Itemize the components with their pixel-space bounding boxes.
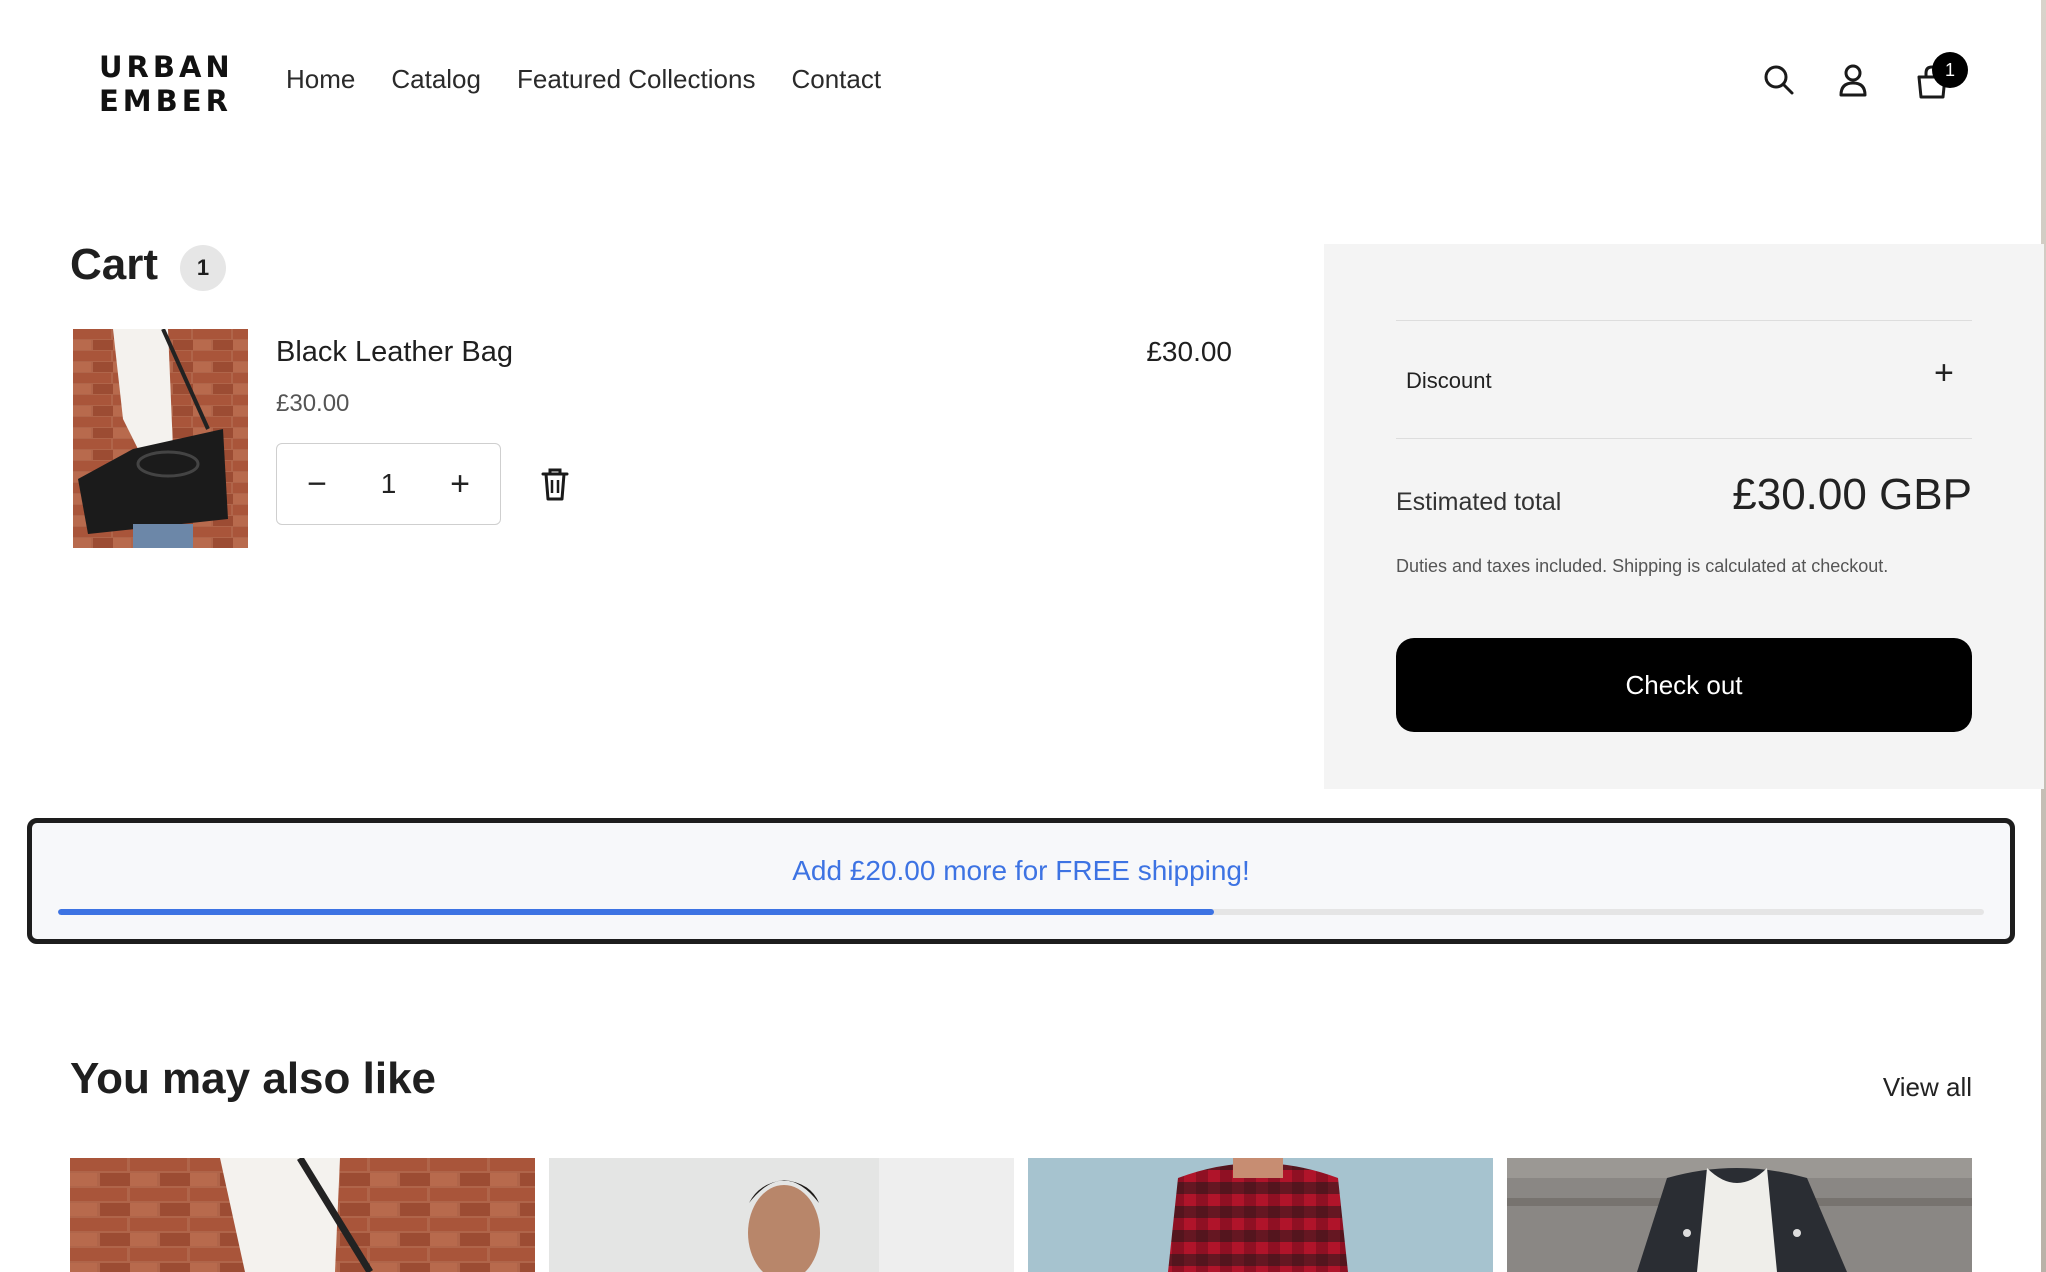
summary-divider-top	[1396, 320, 1972, 321]
flannel-shirt-photo	[1028, 1158, 1493, 1272]
recommendations-title: You may also like	[70, 1054, 437, 1103]
logo-line-1: URBAN	[99, 50, 234, 84]
decrease-quantity-button[interactable]: −	[297, 464, 337, 504]
portrait-photo	[549, 1158, 1014, 1272]
nav-home[interactable]: Home	[286, 64, 355, 95]
view-all-link[interactable]: View all	[1860, 1072, 1972, 1103]
site-header: URBAN EMBER Home Catalog Featured Collec…	[0, 0, 2046, 165]
store-logo[interactable]: URBAN EMBER	[99, 50, 234, 118]
quilted-jacket-photo	[1507, 1158, 1972, 1272]
checkout-button[interactable]: Check out	[1396, 638, 1972, 732]
cart-item-unit-price: £30.00	[276, 390, 350, 417]
estimated-total-value: £30.00 GBP	[1732, 470, 1972, 519]
quantity-input[interactable]: 1	[359, 468, 419, 500]
nav-catalog[interactable]: Catalog	[391, 64, 481, 95]
estimated-total-label: Estimated total	[1396, 488, 1562, 516]
nav-featured-collections[interactable]: Featured Collections	[517, 64, 755, 95]
leather-bag-photo	[73, 329, 248, 548]
cart-item-line-total: £30.00	[1146, 336, 1232, 367]
quantity-stepper: − 1 +	[276, 443, 501, 525]
cart-item-count-badge: 1	[180, 245, 226, 291]
duties-note: Duties and taxes included. Shipping is c…	[1396, 556, 1889, 576]
search-icon[interactable]	[1761, 62, 1797, 98]
account-icon[interactable]	[1835, 62, 1871, 98]
recommended-product-card[interactable]	[70, 1158, 535, 1272]
summary-divider-bottom	[1396, 438, 1972, 439]
free-shipping-progress-track	[58, 909, 1984, 915]
recommended-product-card[interactable]	[1507, 1158, 1972, 1272]
order-summary-panel: Discount + Estimated total £30.00 GBP Du…	[1324, 244, 2044, 789]
free-shipping-banner: Add £20.00 more for FREE shipping!	[27, 818, 2015, 944]
main-nav: Home Catalog Featured Collections Contac…	[286, 64, 881, 95]
product-thumbnail[interactable]	[73, 329, 248, 548]
cart-item-name[interactable]: Black Leather Bag	[276, 336, 513, 369]
discount-expand-icon[interactable]: +	[1934, 354, 1954, 393]
cart-title: Cart	[70, 240, 159, 289]
recommended-product-card[interactable]	[549, 1158, 1014, 1272]
free-shipping-progress-fill	[58, 909, 1214, 915]
increase-quantity-button[interactable]: +	[440, 464, 480, 504]
trash-icon[interactable]	[538, 466, 572, 502]
free-shipping-message: Add £20.00 more for FREE shipping!	[792, 855, 1250, 886]
logo-line-2: EMBER	[99, 84, 232, 118]
recommended-product-card[interactable]	[1028, 1158, 1493, 1272]
cart-count-badge: 1	[1932, 52, 1968, 88]
nav-contact[interactable]: Contact	[791, 64, 881, 95]
discount-label[interactable]: Discount	[1406, 368, 1492, 394]
bag-photo	[70, 1158, 535, 1272]
